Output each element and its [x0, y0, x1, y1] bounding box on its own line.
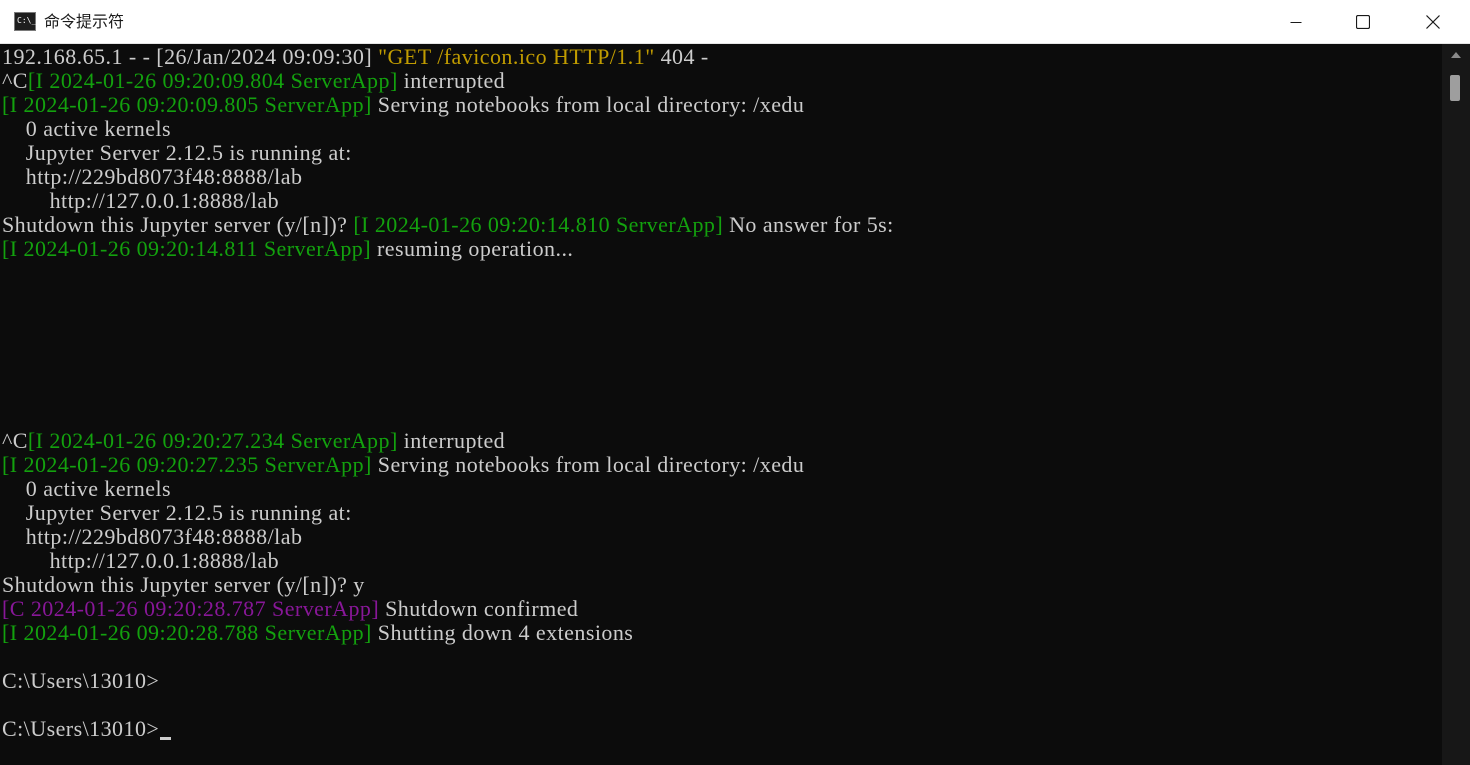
console-text-segment: http://229bd8073f48:8888/lab [2, 524, 303, 549]
console-line: [I 2024-01-26 09:20:27.235 ServerApp] Se… [2, 453, 804, 477]
console-text-segment: [C 2024-01-26 09:20:28.787 ServerApp] [2, 596, 380, 621]
window-title: 命令提示符 [44, 12, 125, 31]
console-text-segment: [I 2024-01-26 09:20:14.810 ServerApp] [353, 212, 724, 237]
console-text-segment: Shutdown this Jupyter server (y/[n])? [2, 212, 354, 237]
console-text-segment: 0 active kernels [2, 476, 172, 501]
console-text-segment: resuming operation... [371, 236, 574, 261]
console-text-segment: 404 - [654, 44, 709, 69]
console-line: Shutdown this Jupyter server (y/[n])? [I… [2, 213, 894, 237]
console-text-segment: interrupted [397, 68, 506, 93]
console-text-segment: http://229bd8073f48:8888/lab [2, 164, 303, 189]
maximize-icon [1356, 15, 1370, 29]
console-line: Jupyter Server 2.12.5 is running at: [2, 141, 352, 165]
console-line: Jupyter Server 2.12.5 is running at: [2, 501, 352, 525]
console-text-segment: Shutdown confirmed [379, 596, 579, 621]
console-text-segment: 0 active kernels [2, 116, 172, 141]
console-text-segment: Shutdown this Jupyter server (y/[n])? y [2, 572, 365, 597]
console-line: http://229bd8073f48:8888/lab [2, 525, 302, 549]
command-prompt-window: C:\_ 命令提示符 192.168.65.1 - - [26/Jan/2024… [0, 0, 1470, 765]
console-line: [I 2024-01-26 09:20:28.788 ServerApp] Sh… [2, 621, 633, 645]
console-text-segment: 192.168.65.1 - - [26/Jan/2024 09:09:30] [2, 44, 379, 69]
console-text-segment: "GET /favicon.ico HTTP/1.1" [378, 44, 655, 69]
scrollbar-thumb[interactable] [1450, 75, 1460, 101]
maximize-button[interactable] [1328, 0, 1398, 44]
close-button[interactable] [1398, 0, 1468, 44]
vertical-scrollbar[interactable] [1442, 44, 1470, 765]
console-text-segment: [I 2024-01-26 09:20:14.811 ServerApp] [2, 236, 371, 261]
console-line: ^C[I 2024-01-26 09:20:27.234 ServerApp] … [2, 429, 505, 453]
cmd-icon: C:\_ [14, 12, 36, 31]
console-text-segment: Shutting down 4 extensions [371, 620, 634, 645]
console-line: C:\Users\13010> [2, 669, 159, 693]
console-line: ^C[I 2024-01-26 09:20:09.804 ServerApp] … [2, 69, 505, 93]
console-text-segment: C:\Users\13010> [2, 716, 160, 741]
console-text-segment: [I 2024-01-26 09:20:27.235 ServerApp] [2, 452, 372, 477]
console-text-segment: Jupyter Server 2.12.5 is running at: [2, 500, 352, 525]
console-line: [C 2024-01-26 09:20:28.787 ServerApp] Sh… [2, 597, 578, 621]
console-line: Shutdown this Jupyter server (y/[n])? y [2, 573, 365, 597]
scroll-up-arrow-icon[interactable] [1451, 52, 1461, 58]
console-line: [I 2024-01-26 09:20:09.805 ServerApp] Se… [2, 93, 804, 117]
console-text-segment: Serving notebooks from local directory: … [371, 452, 805, 477]
console-text-segment: [I 2024-01-26 09:20:09.805 ServerApp] [2, 92, 372, 117]
console-text-segment: ^C [2, 68, 28, 93]
close-icon [1426, 15, 1440, 29]
console-line: [I 2024-01-26 09:20:14.811 ServerApp] re… [2, 237, 573, 261]
console-text-segment: C:\Users\13010> [2, 668, 160, 693]
console-text-segment: http://127.0.0.1:8888/lab [2, 548, 280, 573]
console-line: 0 active kernels [2, 477, 171, 501]
console-text-segment: [I 2024-01-26 09:20:27.234 ServerApp] [27, 428, 398, 453]
console-output[interactable]: 192.168.65.1 - - [26/Jan/2024 09:09:30] … [0, 44, 1442, 765]
console-text-segment: No answer for 5s: [723, 212, 894, 237]
console-line: http://127.0.0.1:8888/lab [2, 549, 279, 573]
console-text-segment: Serving notebooks from local directory: … [371, 92, 805, 117]
console-text-segment: [I 2024-01-26 09:20:09.804 ServerApp] [27, 68, 398, 93]
console-line: http://127.0.0.1:8888/lab [2, 189, 279, 213]
console-line: C:\Users\13010> [2, 716, 172, 741]
console-text-segment: interrupted [397, 428, 506, 453]
console-line: 0 active kernels [2, 117, 171, 141]
console-text-segment: http://127.0.0.1:8888/lab [2, 188, 280, 213]
console-text-segment: Jupyter Server 2.12.5 is running at: [2, 140, 352, 165]
minimize-button[interactable] [1261, 0, 1331, 44]
console-text-segment: [I 2024-01-26 09:20:28.788 ServerApp] [2, 620, 372, 645]
title-bar[interactable]: C:\_ 命令提示符 [0, 0, 1470, 44]
text-cursor [160, 737, 172, 740]
console-line: http://229bd8073f48:8888/lab [2, 165, 302, 189]
console-text-segment: ^C [2, 428, 28, 453]
minimize-icon [1290, 22, 1302, 23]
console-line: 192.168.65.1 - - [26/Jan/2024 09:09:30] … [2, 45, 709, 69]
